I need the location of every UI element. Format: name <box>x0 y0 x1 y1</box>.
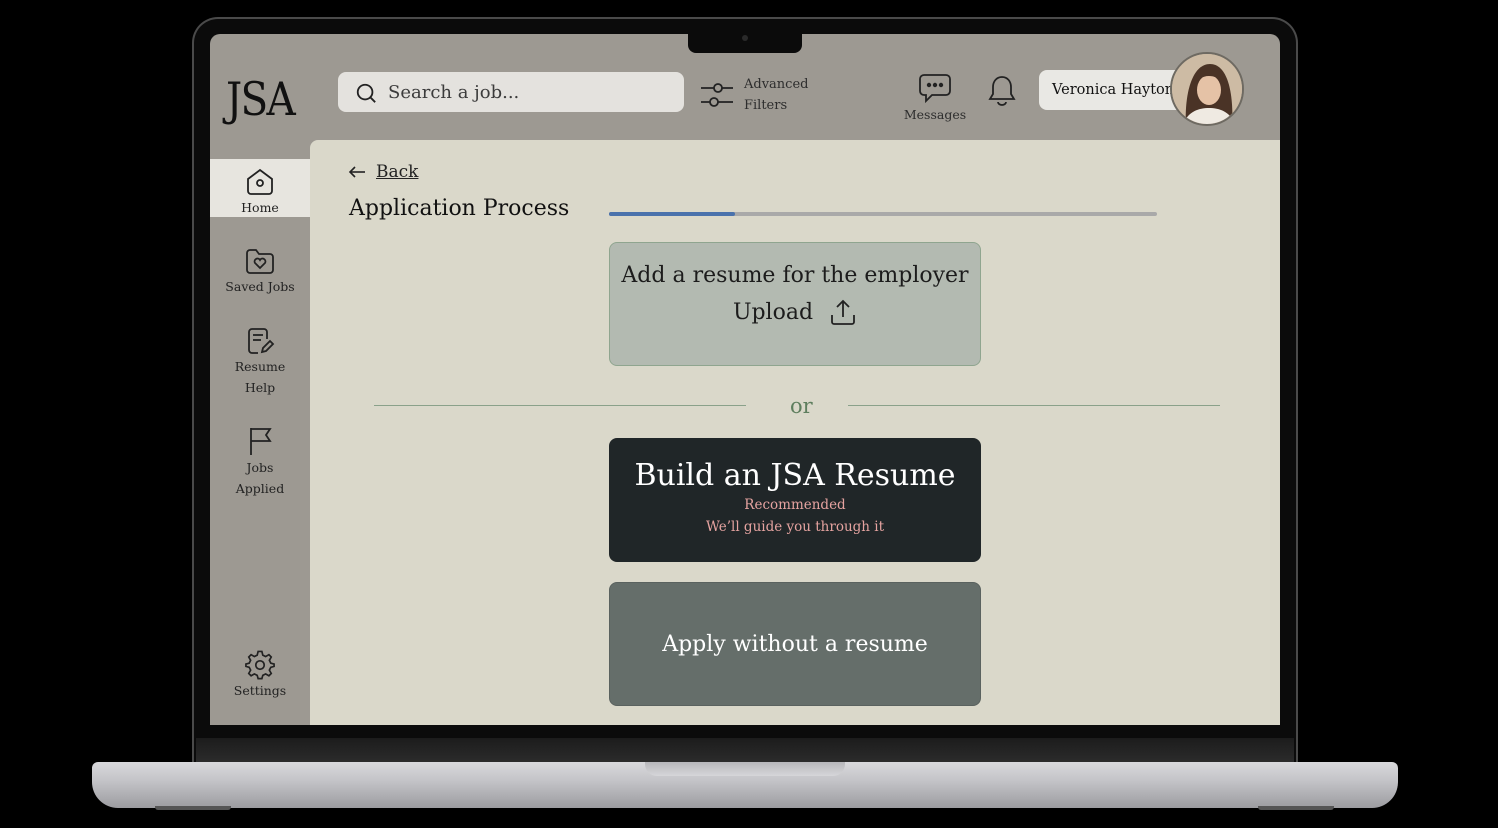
build-card-heading: Build an JSA Resume <box>634 458 956 493</box>
app-logo[interactable]: JSA <box>226 72 296 126</box>
filters-label-line2: Filters <box>744 98 788 113</box>
upload-card-heading: Add a resume for the employer <box>621 263 969 288</box>
advanced-filters-label: Advanced Filters <box>744 74 808 116</box>
upload-resume-card[interactable]: Add a resume for the employer Upload <box>609 242 981 366</box>
sliders-icon <box>701 83 733 107</box>
laptop-foot <box>155 806 231 810</box>
build-card-subtext: We’ll guide you through it <box>705 519 885 535</box>
laptop-opening-notch <box>645 762 845 776</box>
sidebar-item-label: Jobs <box>246 460 274 475</box>
messages-label: Messages <box>903 107 967 122</box>
laptop-foot <box>1258 806 1334 810</box>
chat-bubble-icon <box>919 74 951 104</box>
avatar-portrait-icon <box>1172 54 1242 124</box>
search-input[interactable] <box>388 72 668 112</box>
messages-button[interactable]: Messages <box>900 72 970 122</box>
home-icon <box>247 168 273 195</box>
sidebar-item-settings[interactable]: Settings <box>210 650 310 701</box>
upload-label: Upload <box>732 299 814 325</box>
notifications-button[interactable] <box>988 74 1016 110</box>
folder-heart-icon <box>246 249 274 274</box>
build-resume-card[interactable]: Build an JSA Resume Recommended We’ll gu… <box>609 438 981 562</box>
sidebar-item-jobs-applied[interactable]: Jobs Applied <box>210 425 310 499</box>
sidebar-item-label: Help <box>244 380 276 395</box>
advanced-filters-button[interactable]: Advanced Filters <box>700 74 808 116</box>
sidebar-item-label: Resume <box>234 359 286 374</box>
or-text: or <box>790 394 813 418</box>
back-label: Back <box>376 162 419 182</box>
sidebar-item-resume-help[interactable]: Resume Help <box>210 326 310 398</box>
resume-edit-icon <box>248 328 275 354</box>
back-link[interactable]: Back <box>348 162 418 182</box>
sidebar-item-label: Settings <box>233 683 287 698</box>
divider-line-right <box>848 405 1220 406</box>
upload-button[interactable]: Upload <box>610 298 980 326</box>
sidebar-item-label: Home <box>241 200 279 215</box>
or-divider: or <box>374 394 1220 418</box>
page-title: Application Process <box>349 196 570 221</box>
flag-icon <box>250 428 272 455</box>
main-panel: Back Application Process Add a resume fo… <box>310 140 1280 725</box>
search-bar[interactable] <box>338 72 684 112</box>
upload-icon <box>831 299 855 325</box>
sidebar-item-saved-jobs[interactable]: Saved Jobs <box>210 246 310 297</box>
apply-without-resume-button[interactable]: Apply without a resume <box>609 582 981 706</box>
progress-bar-fill <box>609 212 736 216</box>
camera-icon <box>742 35 748 41</box>
gear-icon <box>245 650 275 680</box>
avatar[interactable] <box>1170 52 1244 126</box>
user-name-pill[interactable]: Veronica Hayton <box>1039 70 1189 110</box>
apply-without-resume-label: Apply without a resume <box>662 631 928 657</box>
sidebar-item-home[interactable]: Home <box>210 159 310 217</box>
sidebar-item-label: Applied <box>235 481 285 496</box>
filters-label-line1: Advanced <box>744 77 809 92</box>
app-screen: JSA Advanced Filters Messages Veronica H… <box>210 34 1280 725</box>
bell-icon <box>988 76 1016 106</box>
arrow-left-icon <box>348 166 365 178</box>
divider-line-left <box>374 405 746 406</box>
sidebar-item-label: Saved Jobs <box>225 279 295 294</box>
recommended-badge: Recommended <box>744 497 846 513</box>
search-icon <box>356 83 376 103</box>
progress-bar <box>609 212 1157 216</box>
user-name: Veronica Hayton <box>1052 82 1175 98</box>
laptop-hinge <box>196 738 1294 762</box>
